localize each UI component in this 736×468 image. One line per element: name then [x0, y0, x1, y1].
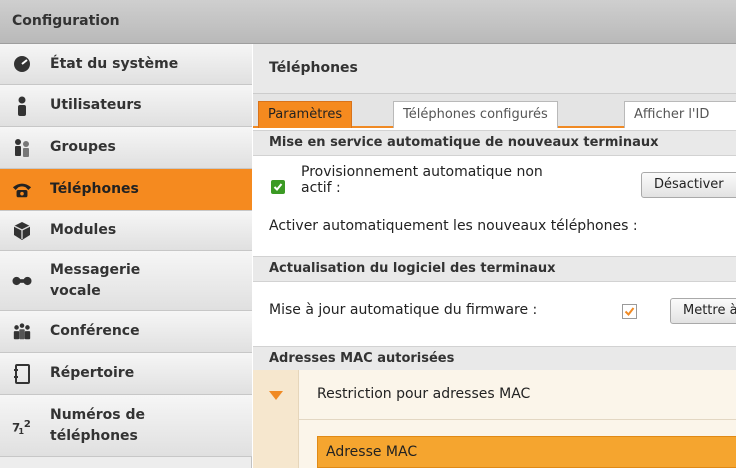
update-firmware-button[interactable]: Mettre à jour — [670, 298, 736, 324]
group-icon — [12, 138, 32, 158]
sidebar-item-groupes[interactable]: Groupes — [0, 127, 252, 169]
check-icon — [624, 307, 635, 317]
sidebar-item-telephones[interactable]: Téléphones — [0, 169, 252, 211]
sidebar-item-label: Messagerie vocale — [50, 261, 141, 299]
tab-bar: Paramètres Téléphones configurés Affiche… — [253, 94, 736, 128]
sidebar-item-conference[interactable]: Conférence — [0, 311, 252, 353]
sidebar-item-etat-du-systeme[interactable]: État du système — [0, 44, 252, 85]
mac-restriction-toggle[interactable] — [253, 370, 299, 468]
deactivate-button[interactable]: Désactiver — [641, 172, 736, 198]
config-titlebar: Configuration — [0, 0, 736, 44]
mac-restriction-label: Restriction pour adresses MAC — [317, 386, 531, 402]
provisioning-status-line2: actif : — [301, 180, 341, 196]
sidebar-item-label: Numéros de téléphones — [50, 406, 146, 444]
mac-restriction-row: Restriction pour adresses MAC — [299, 370, 736, 420]
auto-activate-label: Activer automatiquement les nouveaux tél… — [269, 218, 638, 234]
user-icon — [12, 96, 32, 116]
sidebar-item-label: Modules — [50, 222, 117, 238]
mac-address-column-header: Adresse MAC — [317, 436, 736, 468]
sidebar-item-utilisateurs[interactable]: Utilisateurs — [0, 85, 252, 127]
provisioning-status-check — [271, 180, 285, 194]
provisioning-status-text: Provisionnement automatique non actif : — [301, 164, 543, 196]
sidebar-item-repertoire[interactable]: Répertoire — [0, 353, 252, 395]
sidebar-item-label: Conférence — [50, 323, 140, 339]
numbers-icon: 712 — [12, 416, 32, 435]
tab-afficher-id[interactable]: Afficher l'ID — [624, 101, 736, 128]
firmware-auto-update-checkbox[interactable] — [622, 304, 637, 319]
page-header: Téléphones — [253, 44, 736, 94]
firmware-auto-update-label: Mise à jour automatique du firmware : — [269, 302, 538, 318]
gauge-icon — [12, 54, 32, 74]
config-title: Configuration — [12, 13, 120, 29]
provisioning-status-line1: Provisionnement automatique non — [301, 164, 543, 180]
voicemail-icon — [12, 271, 32, 291]
sidebar-item-label: État du système — [50, 55, 179, 72]
directory-icon — [12, 363, 32, 384]
svg-text:2: 2 — [24, 418, 31, 429]
module-icon — [12, 221, 32, 241]
page-title: Téléphones — [269, 60, 358, 76]
mac-restriction-panel: Restriction pour adresses MAC Adresse MA… — [253, 370, 736, 468]
phone-icon — [12, 180, 32, 200]
sidebar-item-label: Répertoire — [50, 365, 135, 381]
sidebar-item-label: Utilisateurs — [50, 97, 142, 113]
triangle-down-icon — [269, 391, 283, 400]
main-panel: Téléphones Paramètres Téléphones configu… — [253, 44, 736, 468]
sidebar: État du système Utilisateurs Groupes Tél… — [0, 44, 252, 468]
sidebar-item-label: Téléphones — [50, 181, 139, 197]
check-icon — [273, 183, 283, 191]
sidebar-item-numeros[interactable]: 712 Numéros de téléphones — [0, 395, 252, 457]
sidebar-item-label: Groupes — [50, 139, 116, 155]
section-provisioning-header: Mise en service automatique de nouveaux … — [253, 130, 736, 156]
tab-parametres[interactable]: Paramètres — [258, 101, 353, 128]
section-firmware-header: Actualisation du logiciel des terminaux — [253, 256, 736, 282]
tab-telephones-configures[interactable]: Téléphones configurés — [393, 101, 558, 128]
sidebar-item-messagerie-vocale[interactable]: Messagerie vocale — [0, 251, 252, 311]
section-mac-header: Adresses MAC autorisées — [253, 346, 736, 372]
sidebar-item-modules[interactable]: Modules — [0, 211, 252, 251]
conference-icon — [12, 322, 32, 342]
